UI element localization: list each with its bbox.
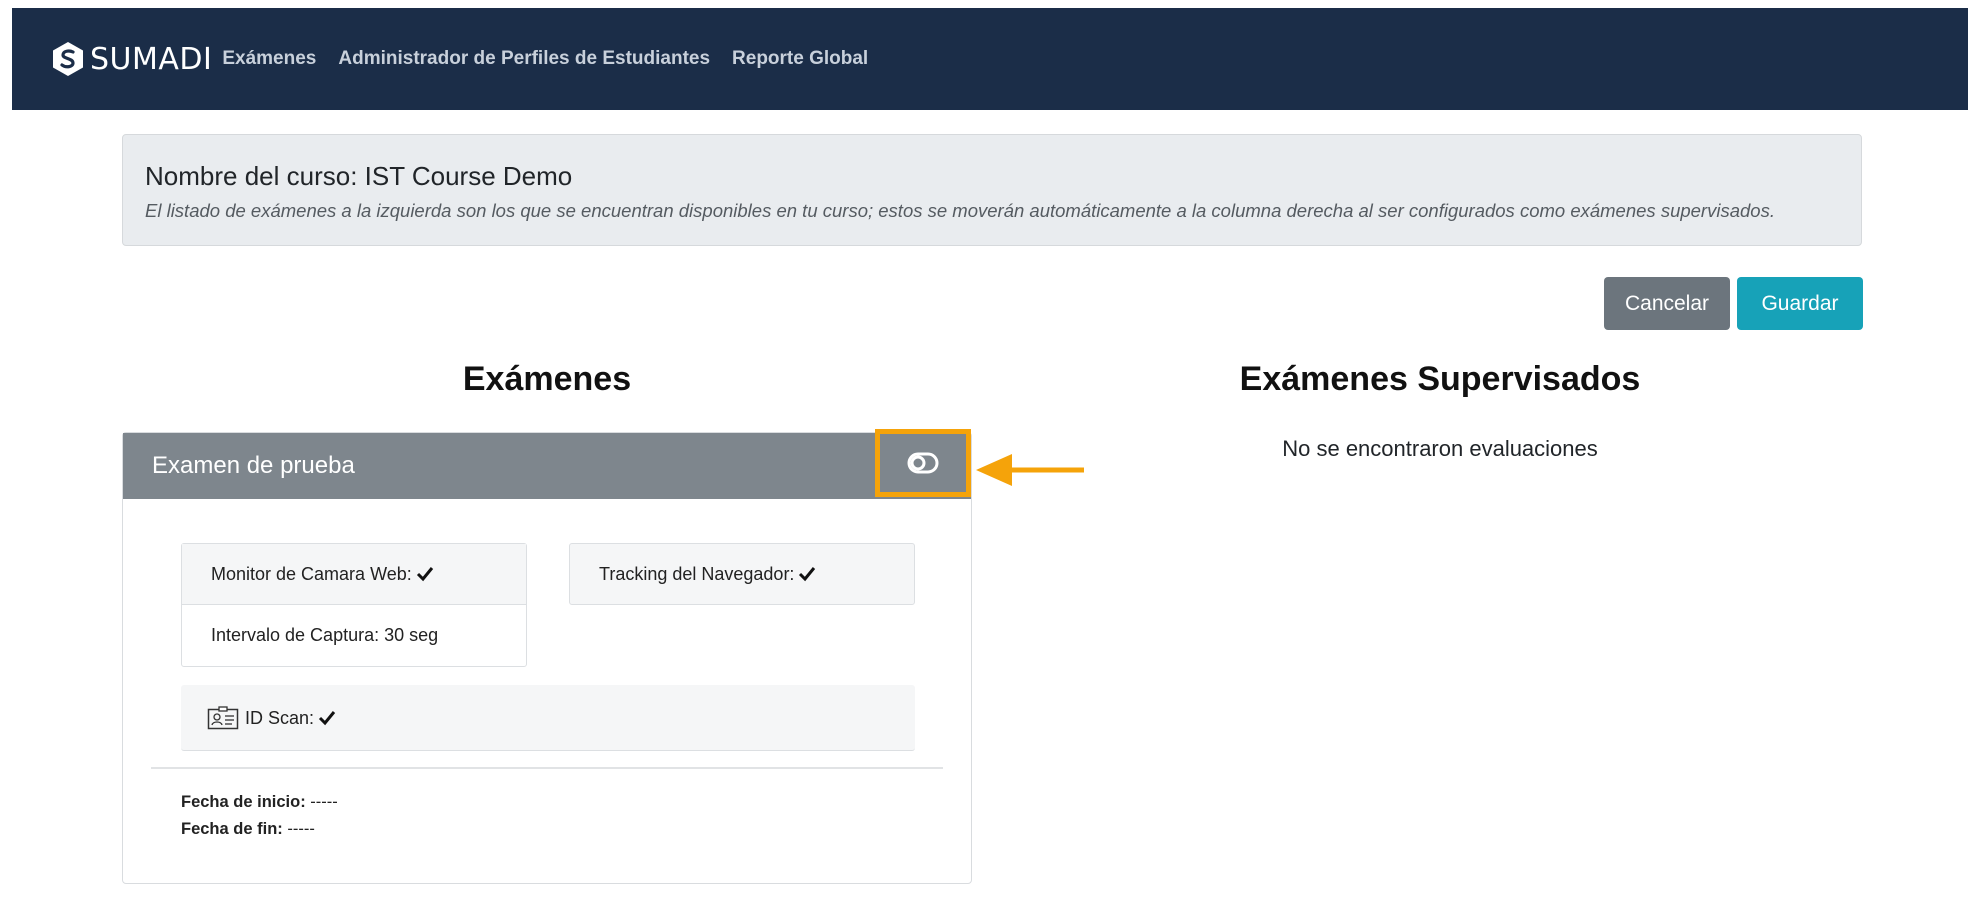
- supervised-exams-column-title: Exámenes Supervisados: [1239, 360, 1641, 398]
- nav-links: Exámenes Administrador de Perfiles de Es…: [222, 48, 890, 70]
- top-navbar: SUMADI Exámenes Administrador de Perfile…: [12, 8, 1968, 110]
- exam-card: Examen de prueba Monitor de Camara Web: …: [122, 429, 972, 884]
- end-date-row: Fecha de fin: -----: [181, 816, 338, 843]
- exam-dates: Fecha de inicio: ----- Fecha de fin: ---…: [181, 789, 338, 843]
- check-icon: [416, 566, 434, 582]
- webcam-monitor-label: Monitor de Camara Web:: [211, 563, 412, 584]
- nav-link-global-report[interactable]: Reporte Global: [732, 48, 868, 70]
- sumadi-logo-icon: [53, 42, 83, 76]
- course-title: Nombre del curso: IST Course Demo: [145, 161, 573, 191]
- exam-card-header: Examen de prueba: [123, 429, 971, 499]
- exams-column-title: Exámenes: [462, 360, 632, 398]
- cancel-button[interactable]: Cancelar: [1604, 277, 1730, 330]
- end-date-label: Fecha de fin:: [181, 820, 283, 838]
- check-icon: [798, 566, 816, 582]
- supervised-empty-message: No se encontraron evaluaciones: [1282, 436, 1598, 461]
- start-date-value: -----: [305, 793, 338, 811]
- id-card-icon: [207, 706, 239, 730]
- webcam-monitor-box: Monitor de Camara Web: Intervalo de Capt…: [181, 543, 527, 667]
- annotation-arrow-icon: [976, 454, 1084, 486]
- course-info-box: Nombre del curso: IST Course Demo El lis…: [122, 134, 1862, 246]
- id-scan-row: ID Scan:: [181, 685, 915, 751]
- browser-tracking-label: Tracking del Navegador:: [599, 563, 795, 584]
- card-divider: [151, 767, 943, 769]
- id-scan-box: ID Scan:: [181, 685, 915, 751]
- id-scan-label: ID Scan:: [245, 707, 315, 728]
- end-date-value: -----: [282, 820, 315, 838]
- capture-interval-row: Intervalo de Captura: 30 seg: [182, 605, 526, 665]
- save-button[interactable]: Guardar: [1737, 277, 1863, 330]
- start-date-label: Fecha de inicio:: [181, 793, 306, 811]
- webcam-monitor-row: Monitor de Camara Web:: [182, 544, 526, 605]
- nav-link-student-profiles[interactable]: Administrador de Perfiles de Estudiantes: [338, 48, 710, 70]
- brand[interactable]: SUMADI: [52, 41, 212, 77]
- exam-name: Examen de prueba: [152, 452, 355, 479]
- capture-interval-label: Intervalo de Captura: 30 seg: [211, 624, 439, 645]
- brand-name: SUMADI: [90, 41, 213, 77]
- course-description: El listado de exámenes a la izquierda so…: [145, 200, 1775, 221]
- browser-tracking-row: Tracking del Navegador:: [570, 544, 914, 604]
- browser-tracking-box: Tracking del Navegador:: [569, 543, 915, 605]
- toggle-icon: [907, 452, 939, 474]
- supervise-toggle-button[interactable]: [875, 429, 971, 497]
- start-date-row: Fecha de inicio: -----: [181, 789, 338, 816]
- nav-link-examenes[interactable]: Exámenes: [222, 48, 316, 70]
- check-icon: [318, 710, 336, 726]
